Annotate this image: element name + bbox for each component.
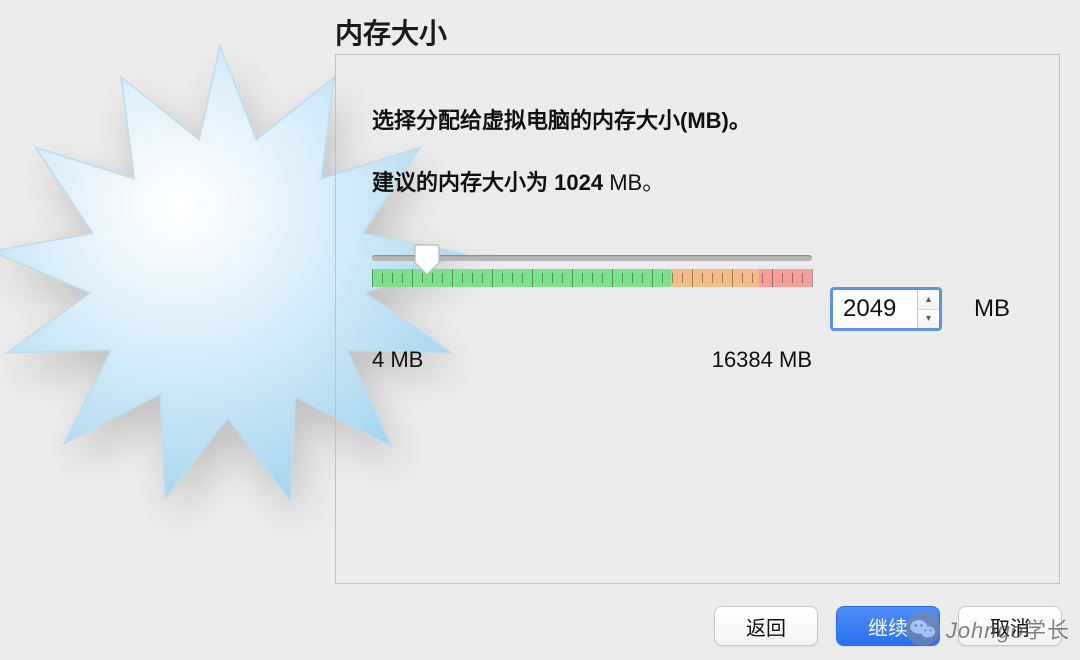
recommend-suffix: MB。	[603, 170, 664, 195]
recommend-prefix: 建议的内存大小为	[372, 170, 554, 195]
dialog-button-row: 返回 继续 取消	[714, 606, 1062, 646]
slider-thumb-icon	[413, 243, 441, 275]
description-text: 选择分配给虚拟电脑的内存大小(MB)。	[372, 103, 1023, 135]
slider-range-labels: 4 MB 16384 MB	[372, 347, 812, 373]
memory-slider[interactable]	[372, 245, 812, 305]
memory-input[interactable]	[833, 290, 917, 328]
stepper-down-button[interactable]: ▾	[918, 310, 939, 329]
cancel-button[interactable]: 取消	[958, 606, 1062, 646]
stepper-up-button[interactable]: ▴	[918, 290, 939, 310]
slider-zone-danger	[759, 269, 812, 287]
chevron-up-icon: ▴	[926, 294, 931, 305]
continue-button[interactable]: 继续	[836, 606, 940, 646]
recommend-value: 1024	[554, 170, 603, 195]
memory-size-panel: 选择分配给虚拟电脑的内存大小(MB)。 建议的内存大小为 1024 MB。	[335, 54, 1060, 584]
slider-min-label: 4 MB	[372, 347, 423, 373]
slider-max-label: 16384 MB	[712, 347, 812, 373]
dialog-title: 内存大小	[335, 12, 447, 52]
chevron-down-icon: ▾	[926, 313, 931, 324]
memory-unit-label: MB	[974, 295, 1010, 323]
memory-stepper: ▴ ▾	[830, 287, 942, 331]
slider-thumb[interactable]	[413, 243, 441, 275]
back-button[interactable]: 返回	[714, 606, 818, 646]
stepper-buttons: ▴ ▾	[917, 290, 939, 328]
slider-zone-warn	[671, 269, 759, 287]
recommendation-text: 建议的内存大小为 1024 MB。	[372, 165, 1023, 197]
